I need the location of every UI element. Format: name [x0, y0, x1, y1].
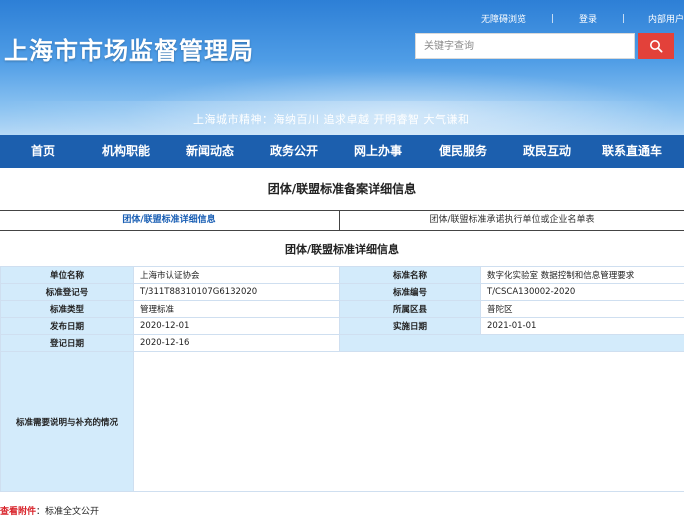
publish-date-value: 2020-12-01 — [133, 317, 340, 335]
publish-date-label: 发布日期 — [0, 317, 134, 335]
site-title: 上海市市场监督管理局 — [4, 37, 254, 65]
standard-type-label: 标准类型 — [0, 300, 134, 318]
nav-convenience[interactable]: 便民服务 — [439, 135, 487, 168]
registration-no-value: T/311T88310107G6132020 — [133, 283, 340, 301]
site-header: 上海市市场监督管理局 无障碍浏览 登录 内部用户 上海城市精神：海纳百川 追求卓… — [0, 0, 684, 135]
standard-name-label: 标准名称 — [339, 266, 481, 284]
standard-type-value: 管理标准 — [133, 300, 340, 318]
full-text-link[interactable]: 标准全文公开 — [45, 507, 99, 517]
tab-standard-details[interactable]: 团体/联盟标准详细信息 — [0, 211, 338, 230]
nav-interaction[interactable]: 政民互动 — [523, 135, 571, 168]
standard-name-value: 数字化实验室 数据控制和信息管理要求 — [480, 266, 684, 284]
divider — [551, 13, 553, 23]
district-label: 所属区县 — [339, 300, 481, 318]
registration-no-label: 标准登记号 — [0, 283, 134, 301]
notes-value — [133, 351, 684, 492]
main-nav: 首页 机构职能 新闻动态 政务公开 网上办事 便民服务 政民互动 联系直通车 — [0, 135, 684, 168]
top-links: 无障碍浏览 登录 内部用户 — [481, 10, 684, 26]
standard-info-table: 单位名称 上海市认证协会 标准名称 数字化实验室 数据控制和信息管理要求 标准登… — [0, 266, 684, 492]
district-value: 普陀区 — [480, 300, 684, 318]
nav-government-affairs[interactable]: 政务公开 — [270, 135, 318, 168]
page-title: 团体/联盟标准备案详细信息 — [267, 182, 417, 196]
implementation-date-value: 2021-01-01 — [480, 317, 684, 335]
search-icon — [650, 40, 663, 53]
unit-name-value: 上海市认证协会 — [133, 266, 340, 284]
table-row: 登记日期 2020-12-16 — [0, 334, 684, 352]
nav-online-services[interactable]: 网上办事 — [354, 135, 402, 168]
table-row: 单位名称 上海市认证协会 标准名称 数字化实验室 数据控制和信息管理要求 — [0, 266, 684, 284]
view-attachment-label: 查看附件 — [0, 507, 37, 517]
nav-functions[interactable]: 机构职能 — [102, 135, 150, 168]
nav-home[interactable]: 首页 — [31, 135, 55, 168]
standard-no-value: T/CSCA130002-2020 — [480, 283, 684, 301]
unit-name-label: 单位名称 — [0, 266, 134, 284]
accessibility-link[interactable]: 无障碍浏览 — [481, 12, 526, 25]
search-button[interactable] — [638, 33, 674, 59]
city-slogan: 上海城市精神：海纳百川 追求卓越 开明睿智 大气谦和 — [193, 113, 470, 126]
nav-news[interactable]: 新闻动态 — [186, 135, 234, 168]
registration-date-label: 登记日期 — [0, 334, 134, 352]
table-row: 标准类型 管理标准 所属区县 普陀区 — [0, 300, 684, 318]
tab-bar: 团体/联盟标准详细信息 团体/联盟标准承诺执行单位或企业名单表 — [0, 210, 684, 231]
registration-date-value: 2020-12-16 — [133, 334, 340, 352]
table-row: 标准登记号 T/311T88310107G6132020 标准编号 T/CSCA… — [0, 283, 684, 301]
search-input[interactable] — [415, 33, 635, 59]
nav-contact[interactable]: 联系直通车 — [602, 135, 662, 168]
implementation-date-label: 实施日期 — [339, 317, 481, 335]
standard-no-label: 标准编号 — [339, 283, 481, 301]
table-row: 标准需要说明与补充的情况 — [0, 351, 684, 492]
section-title: 团体/联盟标准详细信息 — [284, 243, 400, 256]
tab-committed-units[interactable]: 团体/联盟标准承诺执行单位或企业名单表 — [339, 211, 684, 230]
table-row: 发布日期 2020-12-01 实施日期 2021-01-01 — [0, 317, 684, 335]
notes-label: 标准需要说明与补充的情况 — [0, 351, 134, 492]
login-link[interactable]: 登录 — [579, 12, 597, 25]
attachment-separator: ： — [36, 507, 46, 517]
internal-user-link[interactable]: 内部用户 — [648, 12, 684, 25]
empty-cell — [339, 334, 684, 352]
divider — [622, 13, 624, 23]
attachment-row: 查看附件：标准全文公开 — [0, 503, 684, 521]
